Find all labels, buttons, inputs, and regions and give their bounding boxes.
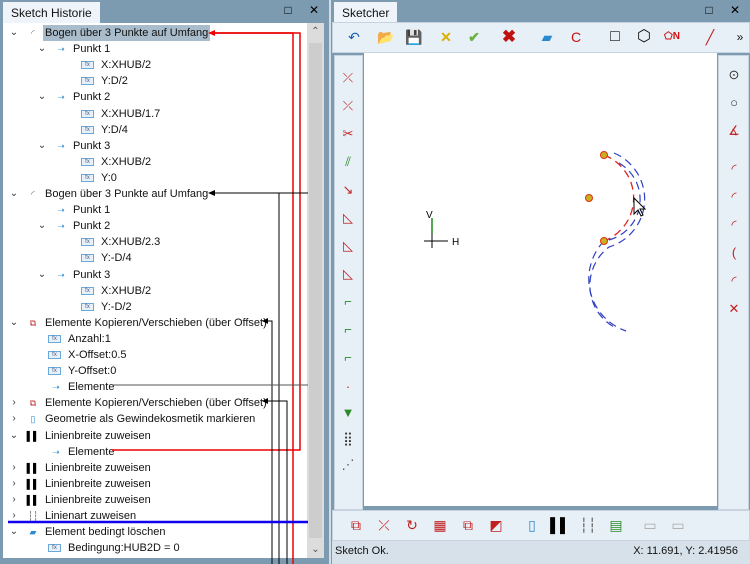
rotate-icon[interactable]: ↻ [401, 514, 423, 536]
delete-segment-icon[interactable]: ✂ [337, 123, 359, 145]
pattern-icon[interactable]: ⋰ [337, 454, 359, 476]
save-icon[interactable]: 💾 [403, 26, 425, 48]
trim-icon[interactable]: ⤫ [337, 67, 359, 89]
fillet-icon[interactable]: ◺ [337, 235, 359, 257]
line-type-icon[interactable]: ┆┆ [577, 514, 599, 536]
status-bar: Sketch Ok. X: 11.691, Y: 2.41956 [332, 541, 750, 564]
arc-offset-outer [589, 152, 646, 328]
arc-point [600, 151, 608, 159]
axis-h-label: H [452, 237, 459, 248]
status-text: Sketch Ok. [335, 545, 389, 557]
corner-icon[interactable]: ↘ [337, 179, 359, 201]
arc4-icon[interactable]: ( [723, 242, 745, 264]
eraser-icon[interactable]: ▰ [536, 26, 558, 48]
chamfer-icon[interactable]: ◺ [337, 207, 359, 229]
reference-lines [8, 30, 308, 564]
open-icon[interactable]: 📂 [375, 26, 397, 48]
move-icon[interactable]: ⧉ [457, 514, 479, 536]
cancel-icon[interactable]: ✖ [498, 26, 520, 48]
arc-tool-icon[interactable]: ◜ [723, 158, 745, 180]
sketcher-tab[interactable]: Sketcher [334, 2, 398, 23]
maximize-button[interactable]: □ [701, 3, 717, 17]
more-tools-icon[interactable]: » [729, 26, 750, 48]
scale-icon[interactable]: ◩ [485, 514, 507, 536]
polygon-n-icon[interactable]: ⬠N [661, 26, 683, 48]
bottom-toolbar: ⧉ ⤫ ↻ ▦ ⧉ ◩ ▯ ▌▌ ┆┆ ▤ ▭ ▭ [332, 510, 750, 541]
line-icon[interactable]: ╱ [699, 26, 721, 48]
arc3-icon[interactable]: ◜ [723, 214, 745, 236]
eraser-construction-icon[interactable]: C [565, 26, 587, 48]
table-icon[interactable]: ▤ [605, 514, 627, 536]
bend3-icon[interactable]: ⌐ [337, 347, 359, 369]
accept-icon[interactable]: ✔ [463, 26, 485, 48]
angle-icon[interactable]: ∡ [723, 120, 745, 142]
sketch-canvas[interactable]: V H [364, 53, 717, 506]
parallel-icon[interactable]: ⫽ [337, 151, 359, 173]
origin-axes-icon [424, 218, 448, 248]
arc2-icon[interactable]: ◜ [723, 186, 745, 208]
view-icon[interactable]: ▭ [639, 514, 661, 536]
line-width-icon[interactable]: ▌▌ [549, 514, 571, 536]
cursor-coordinates: X: 11.691, Y: 2.41956 [633, 545, 738, 557]
undo-icon[interactable]: ↶ [343, 26, 365, 48]
arc-point [600, 237, 608, 245]
point-tool-icon[interactable]: · [337, 376, 359, 398]
extend-icon[interactable]: ⤫ [337, 95, 359, 117]
fillet2-icon[interactable]: ◺ [337, 263, 359, 285]
arc-center-point [585, 194, 593, 202]
arrow-down-icon[interactable]: ▼ [337, 402, 359, 424]
thread-cosmetic-icon[interactable]: ▯ [521, 514, 543, 536]
top-toolbar: ↶ 📂 💾 ✕ ✔ ✖ ▰ C □ ⬡ ⬠N ╱ » [332, 22, 750, 53]
left-vertical-toolbar: ⤫ ⤫ ✂ ⫽ ↘ ◺ ◺ ◺ ⌐ ⌐ ⌐ · ▼ ⣿ ⋰ [334, 55, 363, 510]
grid-icon[interactable]: ⣿ [337, 428, 359, 450]
close-button[interactable]: ✕ [727, 3, 743, 17]
axis-v-label: V [426, 210, 433, 221]
pattern-array-icon[interactable]: ▦ [429, 514, 451, 536]
copy-icon[interactable]: ⧉ [345, 514, 367, 536]
bend2-icon[interactable]: ⌐ [337, 319, 359, 341]
sketch-history-panel: Sketch Historie □ ✕ ⌄ ◜ Bogen über 3 Punkt… [0, 0, 329, 564]
mirror-icon[interactable]: ⤫ [373, 514, 395, 536]
arc6-icon[interactable]: ✕ [723, 298, 745, 320]
circle-center-icon[interactable]: ⊙ [723, 64, 745, 86]
discard-icon[interactable]: ✕ [435, 26, 457, 48]
arc5-icon[interactable]: ◜ [723, 270, 745, 292]
circle-icon[interactable]: ○ [723, 92, 745, 114]
bend-icon[interactable]: ⌐ [337, 291, 359, 313]
right-vertical-toolbar: ⊙ ○ ∡ ◜ ◜ ◜ ( ◜ ✕ [718, 55, 749, 510]
rectangle-icon[interactable]: □ [604, 26, 626, 48]
view2-icon[interactable]: ▭ [667, 514, 689, 536]
hexagon-icon[interactable]: ⬡ [633, 26, 655, 48]
arc-1 [603, 154, 635, 242]
